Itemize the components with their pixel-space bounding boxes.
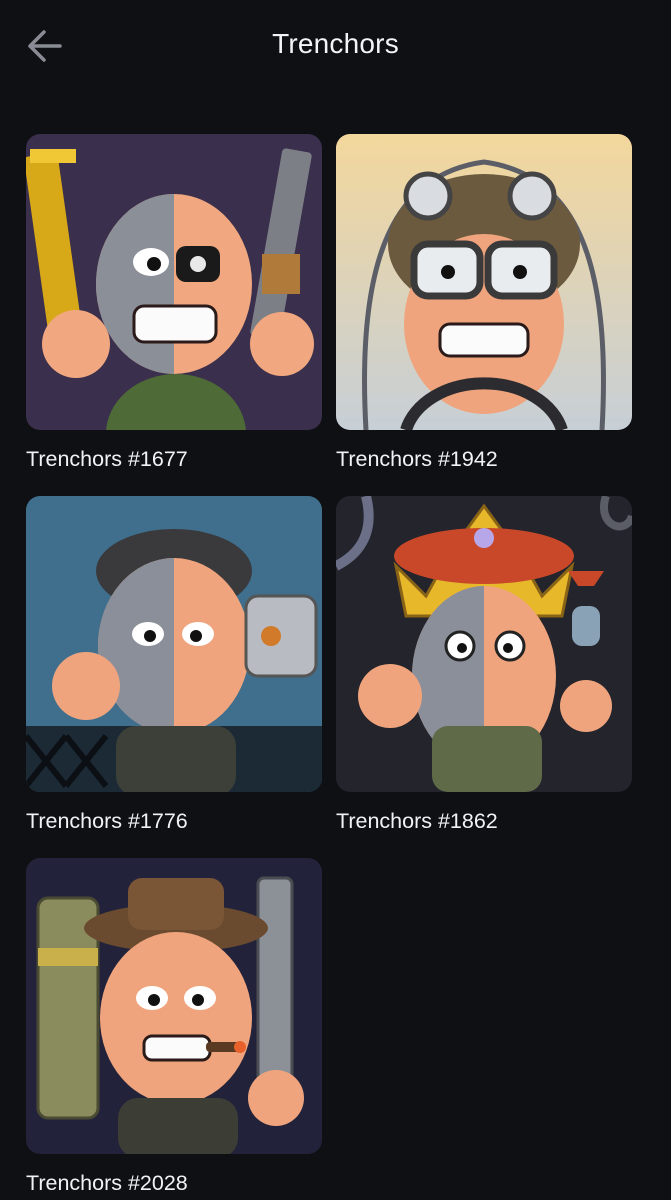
nft-thumbnail[interactable] bbox=[336, 134, 632, 430]
nft-title: Trenchors #1862 bbox=[336, 809, 498, 833]
nft-card[interactable]: Trenchors #1677 bbox=[26, 134, 322, 471]
page-title: Trenchors bbox=[272, 28, 399, 59]
nft-card[interactable]: Trenchors #1862 bbox=[336, 496, 632, 833]
nft-card[interactable]: Trenchors #1942 bbox=[336, 134, 632, 471]
nft-title: Trenchors #2028 bbox=[26, 1171, 188, 1195]
nft-title: Trenchors #1776 bbox=[26, 809, 188, 833]
nft-thumbnail[interactable] bbox=[26, 134, 322, 430]
nft-card[interactable]: Trenchors #2028 bbox=[26, 858, 322, 1195]
nft-thumbnail[interactable] bbox=[26, 496, 322, 792]
nft-thumbnail[interactable] bbox=[26, 858, 322, 1154]
nft-thumbnail[interactable] bbox=[336, 496, 632, 792]
nft-title: Trenchors #1677 bbox=[26, 447, 188, 471]
nft-card[interactable]: Trenchors #1776 bbox=[26, 496, 322, 833]
app-header: Trenchors bbox=[0, 0, 671, 95]
nft-title: Trenchors #1942 bbox=[336, 447, 498, 471]
